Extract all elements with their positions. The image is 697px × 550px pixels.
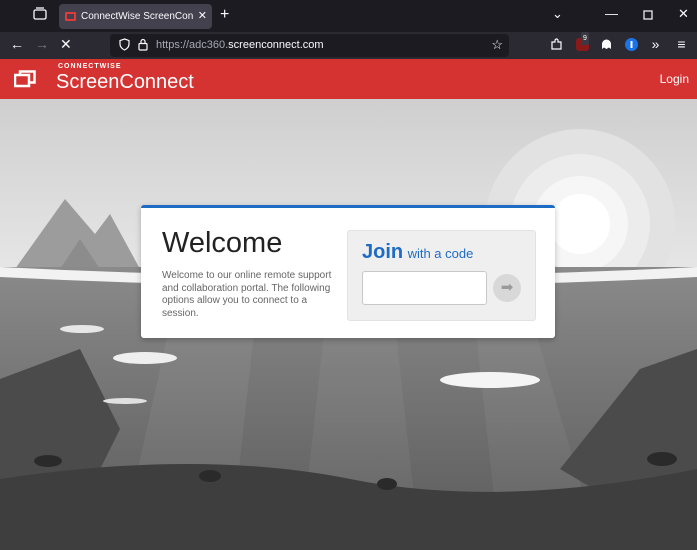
brand-small-text: CONNECTWISE <box>58 63 122 70</box>
extension-icon[interactable] <box>550 38 563 51</box>
shield-icon[interactable] <box>119 38 130 56</box>
lock-icon[interactable] <box>138 38 148 56</box>
screenconnect-logo-icon[interactable] <box>13 70 36 88</box>
page-viewport: CONNECTWISE ScreenConnect Login Welcome … <box>0 59 697 550</box>
url-domain: screenconnect.com <box>228 39 324 51</box>
stop-icon[interactable]: ✕ <box>60 36 72 53</box>
join-heading-big: Join <box>362 241 404 263</box>
site-header: CONNECTWISE ScreenConnect Login <box>0 59 697 99</box>
url-text: https://adc360.screenconnect.com <box>156 39 324 51</box>
url-prefix: https://adc360. <box>156 39 229 51</box>
tab-title: ConnectWise ScreenConnect Re <box>81 11 193 22</box>
brand-name: ScreenConnect <box>56 71 194 93</box>
arrow-right-icon: ➡ <box>500 279 514 296</box>
forward-icon[interactable]: → <box>35 36 49 52</box>
join-panel: Join with a code ➡ <box>347 230 536 321</box>
maximize-icon[interactable] <box>643 8 653 23</box>
overflow-icon[interactable]: » <box>649 37 662 51</box>
menu-icon[interactable]: ≡ <box>675 37 688 51</box>
login-link[interactable]: Login <box>660 72 689 86</box>
close-window-icon[interactable]: ✕ <box>678 6 689 22</box>
welcome-card: Welcome Welcome to our online remote sup… <box>141 205 555 338</box>
url-bar[interactable]: https://adc360.screenconnect.com ☆ <box>110 34 509 57</box>
tab-list-icon[interactable] <box>30 7 50 25</box>
back-icon[interactable]: ← <box>10 36 24 52</box>
favicon-icon <box>65 12 76 21</box>
password-icon[interactable] <box>625 38 638 51</box>
welcome-title: Welcome <box>162 227 283 259</box>
chevron-down-icon[interactable]: ⌄ <box>552 6 563 22</box>
join-heading-small: with a code <box>407 246 474 261</box>
minimize-icon[interactable]: — <box>605 6 618 21</box>
close-tab-icon[interactable]: ✕ <box>198 4 207 29</box>
tab-bar: ConnectWise ScreenConnect Re ✕ + ⌄ — ✕ <box>0 0 697 32</box>
star-icon[interactable]: ☆ <box>491 37 503 53</box>
session-code-input[interactable] <box>362 271 487 305</box>
join-submit-button[interactable]: ➡ <box>493 274 521 302</box>
join-heading: Join with a code <box>362 241 473 264</box>
nav-bar: ← → ✕ https://adc360.screenconnect.com ☆… <box>0 32 697 59</box>
ublock-icon[interactable]: 9 <box>576 32 589 51</box>
new-tab-button[interactable]: + <box>220 6 229 24</box>
ghost-icon[interactable] <box>600 38 613 51</box>
browser-tab[interactable]: ConnectWise ScreenConnect Re ✕ <box>59 4 212 29</box>
welcome-text: Welcome to our online remote support and… <box>162 270 332 319</box>
ublock-badge: 9 <box>581 32 589 45</box>
